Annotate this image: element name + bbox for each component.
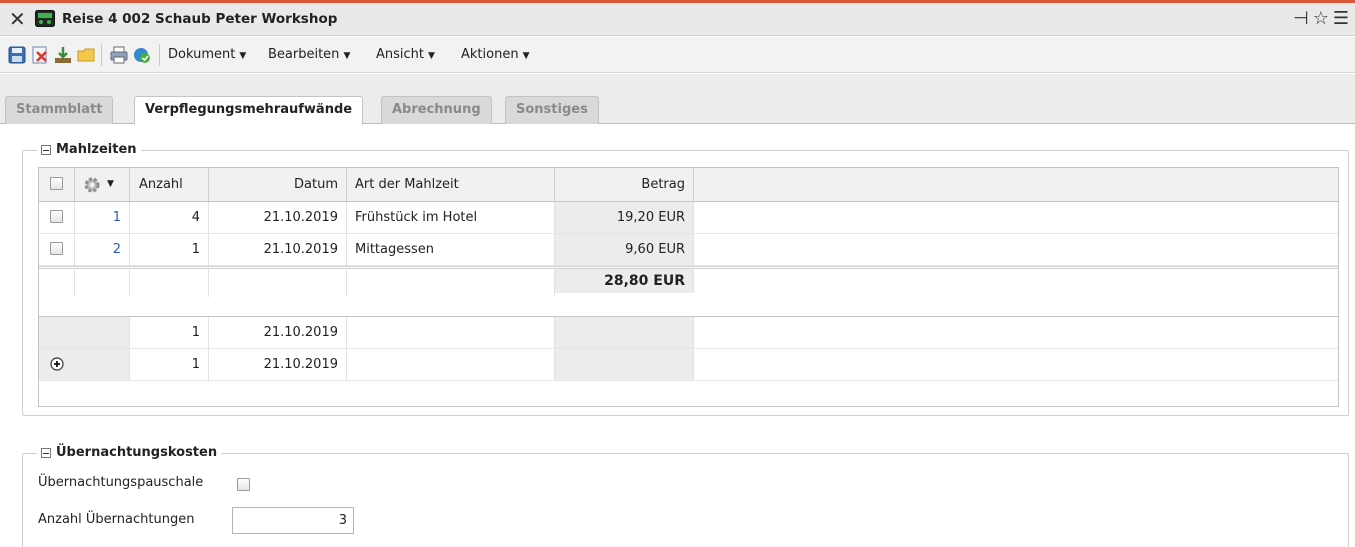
total-betrag: 28,80 EUR	[555, 269, 694, 293]
row-art[interactable]: Mittagessen	[347, 234, 555, 265]
menu-dokument[interactable]: Dokument ▼	[168, 47, 246, 62]
meals-grid: ▼ Anzahl Datum Art der Mahlzeit Betrag 1…	[38, 167, 1339, 407]
tab-verpflegungsmehraufwaende[interactable]: Verpflegungsmehraufwände	[134, 96, 364, 125]
new-entry-row[interactable]: 1 21.10.2019	[39, 317, 1338, 349]
header-datum[interactable]: Datum	[209, 168, 347, 201]
row-anzahl[interactable]: 4	[130, 202, 209, 233]
row-number[interactable]: 1	[75, 202, 130, 233]
meals-legend-label: Mahlzeiten	[56, 142, 137, 157]
menu-icon[interactable]: ☰	[1333, 9, 1349, 29]
close-icon[interactable]: ✕	[9, 8, 26, 30]
new-entry-select-cell	[39, 317, 130, 348]
tab-stammblatt[interactable]: Stammblatt	[5, 96, 114, 124]
pauschale-checkbox[interactable]	[237, 478, 250, 491]
summary-cell	[209, 269, 347, 297]
print-icon[interactable]	[110, 46, 128, 64]
header-anzahl[interactable]: Anzahl	[130, 168, 209, 201]
lodging-legend: Übernachtungskosten	[37, 445, 222, 460]
travel-icon	[35, 10, 55, 27]
meals-legend: Mahlzeiten	[37, 142, 141, 157]
row-checkbox[interactable]	[50, 242, 63, 255]
header-art-der-mahlzeit[interactable]: Art der Mahlzeit	[347, 168, 555, 201]
tab-bar: Stammblatt Verpflegungsmehraufwände Abre…	[0, 74, 1355, 125]
chevron-down-icon: ▼	[343, 51, 351, 61]
summary-cell	[130, 269, 209, 297]
summary-cell	[347, 269, 555, 297]
menu-aktionen[interactable]: Aktionen ▼	[461, 47, 529, 62]
window-titlebar: ✕ Reise 4 002 Schaub Peter Workshop ⊣ ☆ …	[0, 3, 1355, 36]
row-art[interactable]: Frühstück im Hotel	[347, 202, 555, 233]
new-entry-betrag	[555, 317, 694, 348]
summary-cell	[75, 269, 130, 297]
delete-icon[interactable]	[31, 46, 49, 64]
collapse-icon[interactable]	[41, 447, 51, 458]
new-entry-datum[interactable]: 21.10.2019	[209, 317, 347, 348]
new-entry-datum[interactable]: 21.10.2019	[209, 349, 347, 380]
refresh-check-icon[interactable]	[133, 46, 151, 64]
header-gear-cell[interactable]: ▼	[75, 168, 130, 201]
collapse-icon[interactable]	[41, 144, 51, 155]
summary-row: 28,80 EUR	[39, 269, 1338, 297]
menu-ansicht[interactable]: Ansicht ▼	[376, 47, 435, 62]
pin-icon[interactable]: ⊣	[1293, 9, 1309, 29]
table-row[interactable]: 1 4 21.10.2019 Frühstück im Hotel 19,20 …	[39, 202, 1338, 234]
chevron-down-icon: ▼	[428, 51, 435, 61]
header-select-all-cell	[39, 168, 75, 201]
chevron-down-icon: ▼	[107, 179, 114, 189]
row-number[interactable]: 2	[75, 234, 130, 265]
select-all-checkbox[interactable]	[50, 177, 63, 190]
window-title: Reise 4 002 Schaub Peter Workshop	[62, 11, 338, 27]
lodging-group	[22, 453, 1349, 547]
new-entry-betrag	[555, 349, 694, 380]
toolbar-separator	[159, 44, 160, 66]
new-entry-art[interactable]	[347, 317, 555, 348]
tab-abrechnung[interactable]: Abrechnung	[381, 96, 492, 124]
download-icon[interactable]	[54, 46, 72, 64]
window-actions: ⊣ ☆ ☰	[1293, 7, 1349, 31]
new-entry-anzahl[interactable]: 1	[130, 349, 209, 380]
row-select-cell	[39, 234, 75, 265]
row-datum[interactable]: 21.10.2019	[209, 202, 347, 233]
toolbar: Dokument ▼ Bearbeiten ▼ Ansicht ▼ Aktionen ▼	[0, 37, 1355, 73]
count-input[interactable]	[232, 507, 354, 534]
new-entry-art[interactable]	[347, 349, 555, 380]
row-select-cell	[39, 202, 75, 233]
row-betrag: 19,20 EUR	[555, 202, 694, 233]
row-checkbox[interactable]	[50, 210, 63, 223]
new-entry-anzahl[interactable]: 1	[130, 317, 209, 348]
table-row[interactable]: 2 1 21.10.2019 Mittagessen 9,60 EUR	[39, 234, 1338, 266]
save-icon[interactable]	[8, 46, 26, 64]
row-anzahl[interactable]: 1	[130, 234, 209, 265]
count-label: Anzahl Übernachtungen	[38, 512, 195, 527]
grid-header: ▼ Anzahl Datum Art der Mahlzeit Betrag	[39, 168, 1338, 202]
chevron-down-icon: ▼	[522, 51, 530, 61]
add-row-icon[interactable]	[50, 357, 64, 371]
new-entry-select-cell	[39, 349, 130, 380]
star-icon[interactable]: ☆	[1313, 9, 1329, 29]
header-betrag[interactable]: Betrag	[555, 168, 694, 201]
row-datum[interactable]: 21.10.2019	[209, 234, 347, 265]
row-betrag: 9,60 EUR	[555, 234, 694, 265]
summary-cell	[39, 269, 75, 297]
chevron-down-icon: ▼	[239, 51, 247, 61]
lodging-legend-label: Übernachtungskosten	[56, 445, 218, 460]
toolbar-separator	[101, 44, 102, 66]
gear-icon	[84, 177, 100, 193]
menu-bearbeiten[interactable]: Bearbeiten ▼	[268, 47, 350, 62]
tab-sonstiges[interactable]: Sonstiges	[505, 96, 599, 124]
pauschale-label: Übernachtungspauschale	[38, 475, 204, 490]
folder-icon[interactable]	[77, 46, 95, 64]
new-entry-row[interactable]: 1 21.10.2019	[39, 349, 1338, 381]
